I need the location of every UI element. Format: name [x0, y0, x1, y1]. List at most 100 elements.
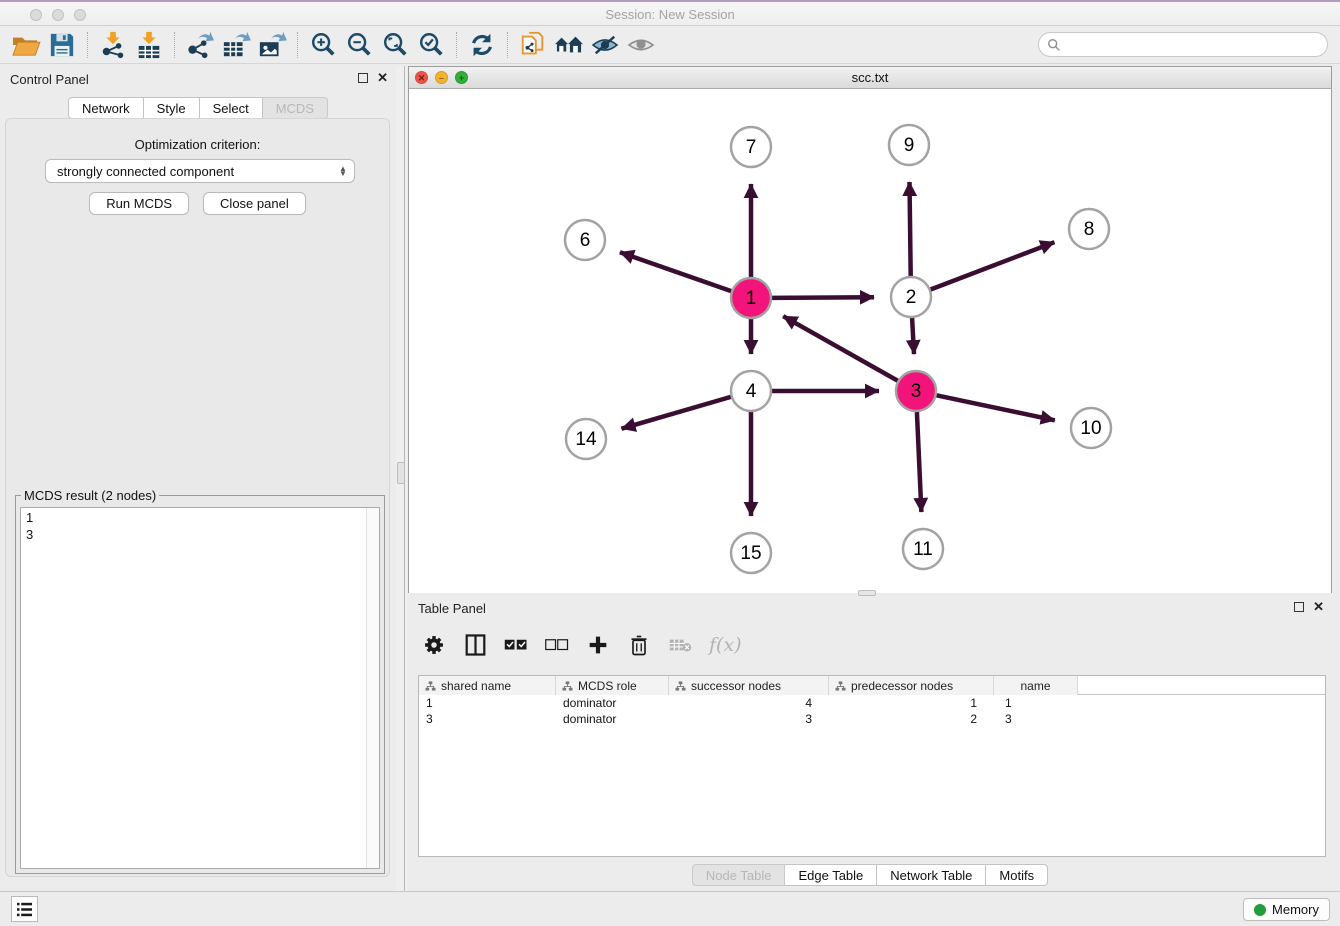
- network-canvas[interactable]: 7 9 6 8 1 2 4 3 14 10 15 11: [409, 89, 1331, 593]
- show-column-button[interactable]: [463, 631, 487, 659]
- refresh-icon: [468, 31, 496, 59]
- control-panel-tabs: NetworkStyleSelectMCDS: [0, 97, 396, 119]
- new-network-from-selection-button[interactable]: [515, 29, 551, 61]
- import-table-button[interactable]: [131, 29, 167, 61]
- graph-edge-2-3[interactable]: [912, 318, 914, 354]
- column-header-shared-name[interactable]: shared name: [419, 676, 556, 695]
- graph-edge-1-6[interactable]: [620, 252, 731, 291]
- first-neighbors-button[interactable]: [551, 29, 587, 61]
- float-panel-icon[interactable]: [358, 73, 368, 83]
- graph-edge-2-8[interactable]: [931, 242, 1055, 289]
- graph-edge-1-2[interactable]: [772, 297, 874, 298]
- network-minimize-icon[interactable]: –: [435, 71, 448, 84]
- columns-icon: [465, 634, 486, 656]
- svg-text:7: 7: [746, 137, 757, 158]
- column-header-successor-nodes[interactable]: successor nodes: [669, 676, 829, 695]
- graph-edge-4-14[interactable]: [622, 397, 731, 429]
- cell-shared-name: 3: [419, 711, 556, 727]
- network-window: ✕ – + scc.txt 7 9 6 8 1 2 4 3 14 10 15 11: [408, 66, 1332, 593]
- network-close-icon[interactable]: ✕: [415, 71, 428, 84]
- memory-button[interactable]: Memory: [1243, 898, 1330, 921]
- graph-node-2[interactable]: 2: [891, 277, 931, 317]
- graph-edge-3-11[interactable]: [917, 412, 922, 512]
- close-table-panel-icon[interactable]: ✕: [1313, 602, 1324, 612]
- delete-table-icon: [669, 637, 692, 653]
- criterion-dropdown[interactable]: strongly connected component ▲▼: [45, 159, 355, 183]
- network-window-titlebar[interactable]: ✕ – + scc.txt: [409, 67, 1331, 89]
- tab-style[interactable]: Style: [144, 97, 200, 119]
- result-scrollbar[interactable]: [366, 508, 379, 868]
- zoom-selected-button[interactable]: [413, 29, 449, 61]
- column-header-name[interactable]: name: [994, 676, 1078, 695]
- apply-layout-button[interactable]: [464, 29, 500, 61]
- graph-edge-3-1[interactable]: [783, 316, 898, 381]
- show-all-button[interactable]: [623, 29, 659, 61]
- column-header-mcds-role[interactable]: MCDS role: [556, 676, 669, 695]
- zoom-fit-button[interactable]: [377, 29, 413, 61]
- network-maximize-icon[interactable]: +: [455, 71, 468, 84]
- import-network-button[interactable]: [95, 29, 131, 61]
- delete-table-button[interactable]: [668, 631, 692, 659]
- export-image-button[interactable]: [254, 29, 290, 61]
- graph-node-11[interactable]: 11: [903, 529, 943, 569]
- table-tab-node-table[interactable]: Node Table: [692, 864, 786, 886]
- memory-label: Memory: [1272, 902, 1319, 917]
- table-row[interactable]: 1dominator411: [419, 695, 1325, 711]
- hide-selected-button[interactable]: [587, 29, 623, 61]
- table-tab-edge-table[interactable]: Edge Table: [785, 864, 877, 886]
- cell-successor-nodes: 4: [669, 695, 829, 711]
- checked-boxes-icon: [504, 638, 528, 652]
- tab-mcds[interactable]: MCDS: [263, 97, 328, 119]
- search-input[interactable]: [1061, 35, 1327, 55]
- graph-edge-3-10[interactable]: [937, 395, 1055, 420]
- table-tab-motifs[interactable]: Motifs: [986, 864, 1048, 886]
- tab-network[interactable]: Network: [68, 97, 144, 119]
- graph-node-15[interactable]: 15: [731, 533, 771, 573]
- zoom-out-button[interactable]: [341, 29, 377, 61]
- export-table-button[interactable]: [218, 29, 254, 61]
- save-session-button[interactable]: [44, 29, 80, 61]
- graph-edge-2-9[interactable]: [910, 182, 911, 276]
- table-settings-button[interactable]: [422, 631, 446, 659]
- table-tab-network-table[interactable]: Network Table: [877, 864, 986, 886]
- search-icon: [1047, 38, 1061, 52]
- column-header-predecessor-nodes[interactable]: predecessor nodes: [829, 676, 994, 695]
- graph-node-9[interactable]: 9: [889, 125, 929, 165]
- import-network-icon: [99, 31, 127, 59]
- task-history-button[interactable]: [11, 896, 38, 922]
- export-network-button[interactable]: [182, 29, 218, 61]
- close-panel-button[interactable]: Close panel: [203, 192, 306, 215]
- cell-predecessor-nodes: 2: [829, 711, 994, 727]
- graph-node-6[interactable]: 6: [565, 220, 605, 260]
- tab-select[interactable]: Select: [200, 97, 263, 119]
- svg-text:14: 14: [575, 429, 597, 450]
- zoom-in-button[interactable]: [305, 29, 341, 61]
- toolbar-separator: [297, 32, 298, 58]
- create-column-button[interactable]: [586, 631, 610, 659]
- graph-node-3[interactable]: 3: [896, 371, 936, 411]
- zoom-out-icon: [345, 31, 373, 59]
- graph-node-8[interactable]: 8: [1069, 209, 1109, 249]
- open-session-button[interactable]: [8, 29, 44, 61]
- graph-node-10[interactable]: 10: [1071, 408, 1111, 448]
- splitter-grip[interactable]: [397, 462, 405, 484]
- function-builder-button[interactable]: f(x): [709, 631, 742, 659]
- svg-text:2: 2: [906, 287, 917, 308]
- graph-node-4[interactable]: 4: [731, 371, 771, 411]
- delete-column-button[interactable]: [627, 631, 651, 659]
- zoom-selected-icon: [417, 31, 445, 59]
- svg-text:9: 9: [904, 135, 915, 156]
- float-table-panel-icon[interactable]: [1294, 602, 1304, 612]
- graph-node-7[interactable]: 7: [731, 127, 771, 167]
- select-all-columns-button[interactable]: [504, 631, 528, 659]
- search-box[interactable]: [1038, 32, 1328, 57]
- column-tree-icon: [835, 681, 846, 691]
- column-tree-icon: [562, 681, 573, 691]
- run-mcds-button[interactable]: Run MCDS: [89, 192, 189, 215]
- close-panel-icon[interactable]: ✕: [377, 73, 388, 83]
- table-row[interactable]: 3dominator323: [419, 711, 1325, 727]
- graph-node-1[interactable]: 1: [731, 278, 771, 318]
- panel-splitter[interactable]: [396, 66, 407, 891]
- unselect-all-columns-button[interactable]: [545, 631, 569, 659]
- graph-node-14[interactable]: 14: [566, 419, 606, 459]
